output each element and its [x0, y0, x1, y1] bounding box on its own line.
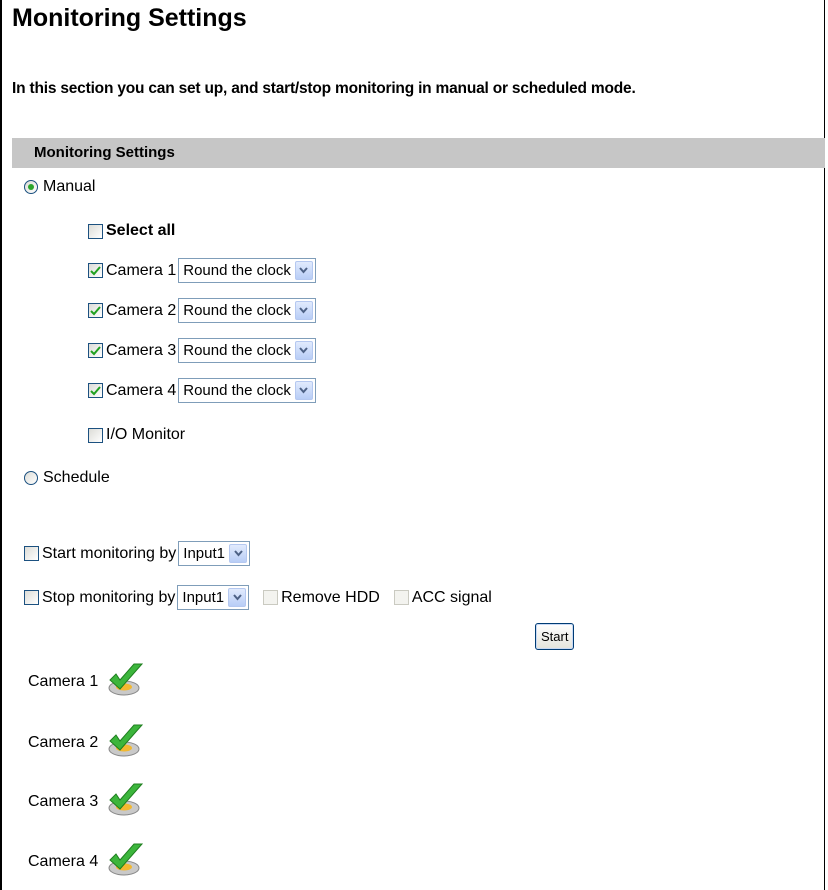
camera-2-label: Camera 2 — [106, 301, 177, 319]
io-monitor-checkbox[interactable] — [88, 427, 103, 443]
chevron-down-icon[interactable] — [294, 261, 313, 280]
camera-1-schedule-select[interactable]: Round the clock — [178, 258, 316, 283]
camera-3-label: Camera 3 — [106, 341, 177, 359]
camera-2-checkbox[interactable] — [88, 303, 103, 318]
camera-row: Camera 2 Round the clock — [88, 298, 316, 323]
camera-4-schedule-value: Round the clock — [183, 382, 291, 399]
camera-status-label: Camera 2 — [28, 733, 99, 751]
check-disk-icon — [106, 721, 146, 764]
camera-status-label: Camera 4 — [28, 852, 99, 870]
camera-3-schedule-select[interactable]: Round the clock — [178, 338, 316, 363]
check-disk-icon — [106, 660, 146, 703]
chevron-down-icon[interactable] — [294, 341, 313, 360]
intro-text: In this section you can set up, and star… — [12, 80, 636, 97]
camera-status-row: Camera 3 — [28, 780, 146, 823]
camera-1-label: Camera 1 — [106, 261, 177, 279]
chevron-down-icon[interactable] — [294, 301, 313, 320]
stop-trigger-label: Stop monitoring by — [42, 588, 176, 606]
camera-status-row: Camera 2 — [28, 721, 146, 764]
schedule-label: Schedule — [43, 469, 110, 486]
start-trigger-label: Start monitoring by — [42, 544, 177, 562]
section-header-label: Monitoring Settings — [34, 144, 175, 161]
select-all-label: Select all — [106, 222, 176, 239]
camera-status-row: Camera 1 — [28, 660, 146, 703]
start-trigger-checkbox[interactable] — [24, 546, 39, 561]
camera-status-row: Camera 4 — [28, 840, 146, 883]
start-trigger-row: Start monitoring by Input1 — [24, 541, 250, 566]
start-trigger-select[interactable]: Input1 — [178, 541, 250, 566]
chevron-down-icon[interactable] — [228, 588, 247, 607]
io-monitor-label: I/O Monitor — [106, 426, 186, 443]
camera-4-checkbox[interactable] — [88, 383, 103, 398]
camera-4-schedule-select[interactable]: Round the clock — [178, 378, 316, 403]
start-button[interactable]: Start — [535, 623, 575, 650]
io-monitor-option[interactable]: I/O Monitor — [88, 426, 185, 444]
manual-label: Manual — [43, 178, 96, 195]
camera-row: Camera 1 Round the clock — [88, 258, 316, 283]
camera-status-label: Camera 3 — [28, 792, 99, 810]
camera-1-schedule-value: Round the clock — [183, 262, 291, 279]
camera-row: Camera 3 Round the clock — [88, 338, 316, 363]
remove-hdd-label: Remove HDD — [281, 588, 380, 606]
select-all-checkbox[interactable] — [88, 223, 103, 239]
stop-trigger-select[interactable]: Input1 — [177, 585, 250, 610]
camera-4-label: Camera 4 — [106, 381, 177, 399]
camera-1-checkbox[interactable] — [88, 263, 103, 278]
chevron-down-icon[interactable] — [229, 544, 247, 563]
camera-3-checkbox[interactable] — [88, 343, 103, 358]
schedule-mode-option[interactable]: Schedule — [24, 469, 110, 487]
acc-signal-label: ACC signal — [411, 588, 492, 606]
stop-trigger-value: Input1 — [182, 589, 225, 606]
camera-3-schedule-value: Round the clock — [183, 342, 291, 359]
acc-signal-checkbox[interactable] — [393, 590, 409, 605]
stop-trigger-checkbox[interactable] — [24, 590, 39, 605]
manual-radio[interactable] — [24, 180, 38, 194]
select-all-option[interactable]: Select all — [88, 222, 175, 240]
start-trigger-value: Input1 — [183, 545, 225, 562]
remove-hdd-checkbox[interactable] — [263, 590, 279, 605]
page-title: Monitoring Settings — [12, 4, 247, 32]
stop-trigger-row: Stop monitoring by Input1 Remove HDD ACC… — [24, 585, 492, 610]
section-header: Monitoring Settings — [12, 138, 825, 168]
camera-2-schedule-select[interactable]: Round the clock — [178, 298, 316, 323]
camera-2-schedule-value: Round the clock — [183, 302, 291, 319]
schedule-radio[interactable] — [24, 471, 38, 485]
check-disk-icon — [106, 840, 146, 883]
camera-row: Camera 4 Round the clock — [88, 378, 316, 403]
camera-status-label: Camera 1 — [28, 672, 99, 690]
chevron-down-icon[interactable] — [294, 381, 313, 400]
manual-mode-option[interactable]: Manual — [24, 178, 95, 196]
check-disk-icon — [106, 780, 146, 823]
